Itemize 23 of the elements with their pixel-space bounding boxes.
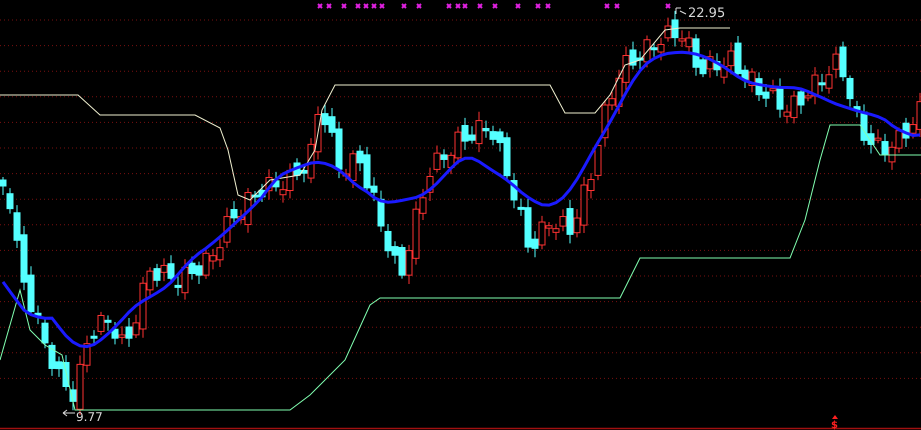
arrow-icon <box>676 8 686 14</box>
cross-mark-icon <box>326 3 332 9</box>
cross-mark-icon <box>401 3 407 9</box>
cross-mark-icon <box>515 3 521 9</box>
cross-mark-icon <box>446 3 452 9</box>
cross-mark-icon <box>477 3 483 9</box>
cross-mark-icon <box>545 3 551 9</box>
cross-mark-icon <box>363 3 369 9</box>
cross-mark-icon <box>317 3 323 9</box>
cross-mark-icon <box>355 3 361 9</box>
cross-mark-icon <box>341 3 347 9</box>
cross-mark-icon <box>492 3 498 9</box>
up-arrow-icon <box>832 415 838 419</box>
cross-mark-icon <box>665 3 671 9</box>
cross-mark-icon <box>614 3 620 9</box>
cross-mark-icon <box>371 3 377 9</box>
cross-mark-icon <box>416 3 422 9</box>
arrow-icon <box>62 410 76 416</box>
low-price-label: 9.77 <box>76 410 103 424</box>
cross-mark-icon <box>379 3 385 9</box>
high-price-label: 22.95 <box>688 6 726 21</box>
cross-mark-icon <box>604 3 610 9</box>
cross-mark-icon <box>535 3 541 9</box>
